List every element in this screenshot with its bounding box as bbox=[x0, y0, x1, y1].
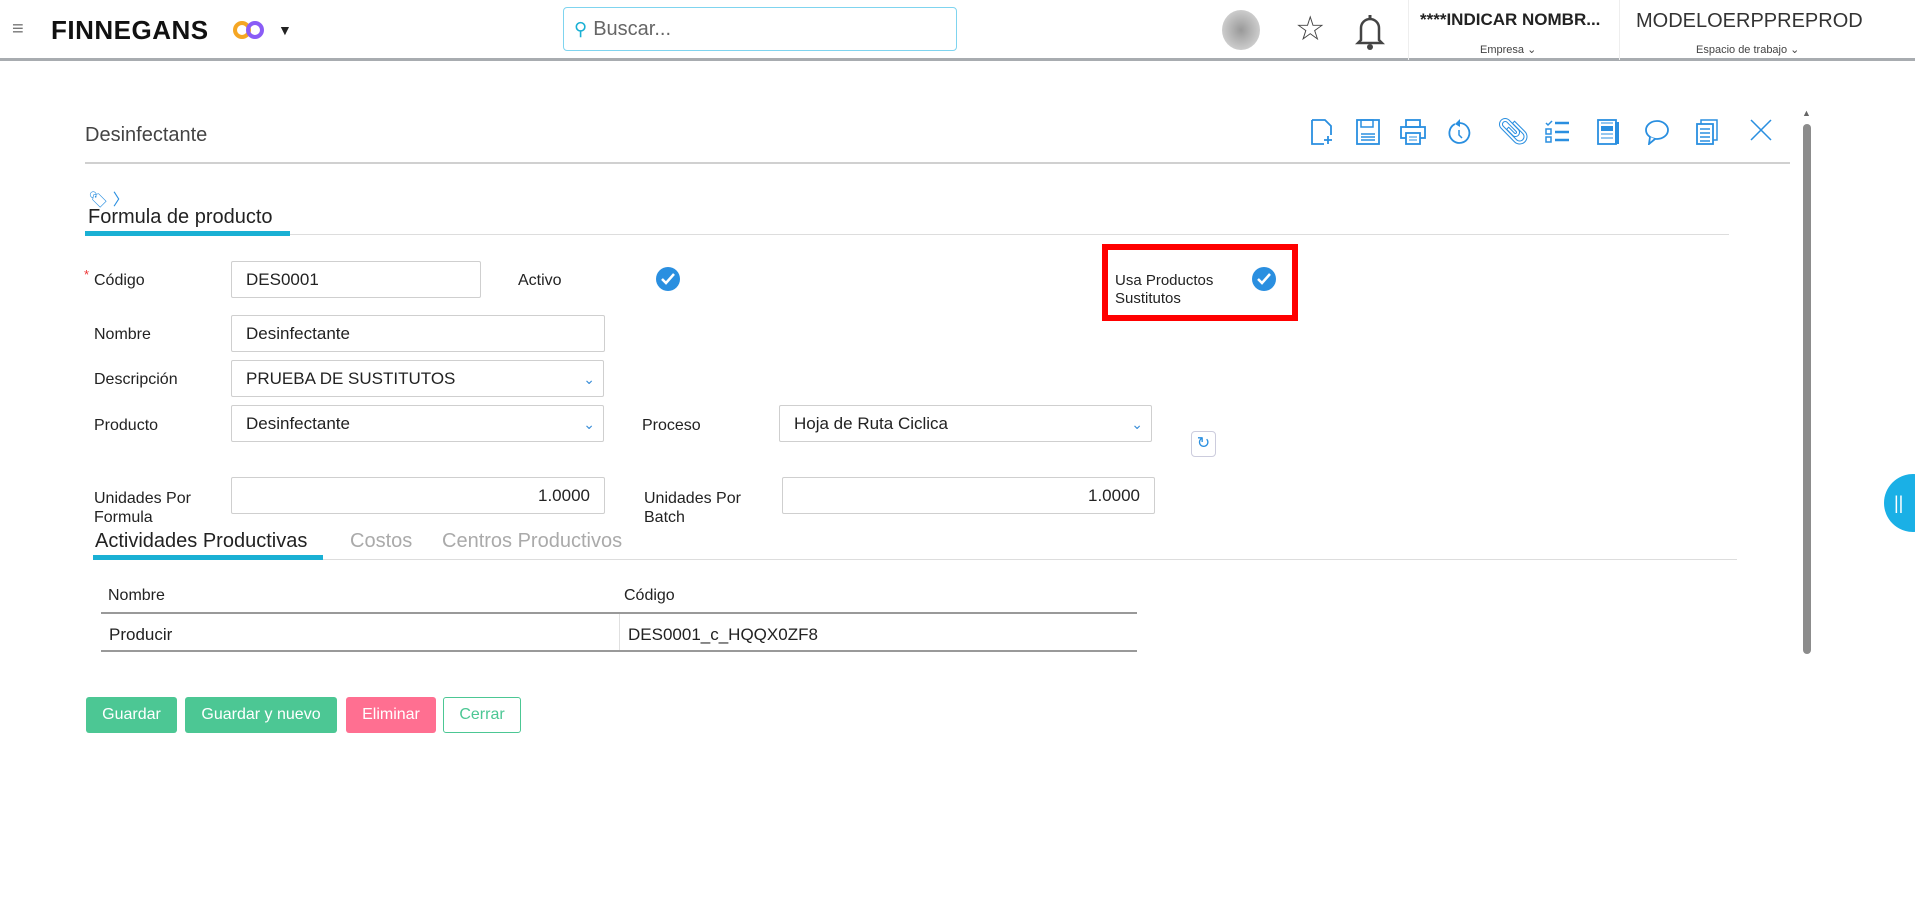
logo-co-icon bbox=[233, 19, 264, 39]
brand-logo[interactable]: FINNEGANS bbox=[51, 15, 209, 46]
codigo-input[interactable]: DES0001 bbox=[231, 261, 481, 298]
tab-actividades-productivas[interactable]: Actividades Productivas bbox=[95, 530, 307, 553]
cerrar-button[interactable]: Cerrar bbox=[443, 697, 521, 733]
workspace-name[interactable]: MODELOERPPREPROD bbox=[1636, 10, 1863, 33]
descripcion-label: Descripción bbox=[94, 371, 178, 388]
history-icon[interactable] bbox=[1447, 118, 1471, 146]
guardar-y-nuevo-button[interactable]: Guardar y nuevo bbox=[185, 697, 337, 733]
scrollbar-thumb[interactable] bbox=[1803, 124, 1811, 654]
proceso-select[interactable]: Hoja de Ruta Ciclica ⌄ bbox=[779, 405, 1152, 442]
workspace-selector[interactable]: Espacio de trabajo ⌄ bbox=[1696, 43, 1799, 56]
eliminar-button[interactable]: Eliminar bbox=[346, 697, 436, 733]
tab-costos[interactable]: Costos bbox=[350, 530, 412, 553]
attachment-icon[interactable]: 📎︎ bbox=[1497, 116, 1530, 147]
save-icon[interactable] bbox=[1356, 119, 1380, 145]
table-row[interactable]: Producir DES0001_c_HQQX0ZF8 bbox=[101, 614, 1137, 651]
search-icon: ⚲ bbox=[574, 18, 588, 39]
nombre-input[interactable]: Desinfectante bbox=[231, 315, 605, 352]
nombre-label: Nombre bbox=[94, 326, 151, 343]
column-header-codigo: Código bbox=[624, 587, 675, 604]
guardar-button[interactable]: Guardar bbox=[86, 697, 177, 733]
codigo-label: Código bbox=[94, 272, 145, 289]
search-box[interactable]: ⚲ Buscar... bbox=[563, 7, 957, 51]
usa-productos-sustitutos-label: Usa Productos Sustitutos bbox=[1115, 272, 1214, 307]
unidades-formula-label: Unidades Por Formula bbox=[94, 490, 191, 526]
scroll-up-arrow[interactable]: ▲ bbox=[1802, 108, 1812, 118]
close-icon[interactable] bbox=[1750, 119, 1772, 141]
unidades-batch-label: Unidades Por Batch bbox=[644, 490, 741, 526]
search-input[interactable]: Buscar... bbox=[593, 18, 671, 41]
print-icon[interactable] bbox=[1400, 119, 1426, 145]
cell-nombre: Producir bbox=[109, 625, 173, 644]
tab-centros-productivos[interactable]: Centros Productivos bbox=[442, 530, 622, 553]
hamburger-menu-icon[interactable]: ≡ bbox=[12, 18, 24, 41]
producto-label: Producto bbox=[94, 417, 159, 434]
comment-icon[interactable] bbox=[1644, 119, 1670, 145]
cell-codigo: DES0001_c_HQQX0ZF8 bbox=[628, 625, 818, 644]
column-header-nombre: Nombre bbox=[108, 587, 165, 604]
company-name[interactable]: ****INDICAR NOMBR... bbox=[1420, 10, 1600, 30]
chevron-down-icon: ⌄ bbox=[583, 416, 595, 432]
side-panel-toggle[interactable]: || bbox=[1884, 474, 1915, 532]
chevron-down-icon: ⌄ bbox=[1131, 416, 1143, 432]
page-title: Desinfectante bbox=[85, 124, 208, 146]
proceso-label: Proceso bbox=[642, 417, 701, 434]
bell-icon[interactable] bbox=[1354, 12, 1386, 55]
user-avatar[interactable] bbox=[1222, 10, 1260, 50]
producto-select[interactable]: Desinfectante ⌄ bbox=[231, 405, 604, 442]
activo-checkbox[interactable] bbox=[656, 267, 680, 291]
unidades-formula-input[interactable]: 1.0000 bbox=[231, 477, 605, 514]
copy-icon[interactable] bbox=[1696, 119, 1718, 145]
unidades-batch-input[interactable]: 1.0000 bbox=[782, 477, 1155, 514]
star-icon[interactable]: ☆ bbox=[1295, 9, 1325, 49]
new-document-icon[interactable] bbox=[1310, 119, 1334, 145]
descripcion-select[interactable]: PRUEBA DE SUSTITUTOS ⌄ bbox=[231, 360, 604, 397]
refresh-icon[interactable]: ↻ bbox=[1191, 431, 1216, 457]
chevron-down-icon: ⌄ bbox=[583, 371, 595, 387]
activo-label: Activo bbox=[518, 272, 562, 289]
usa-productos-sustitutos-checkbox[interactable] bbox=[1252, 267, 1276, 291]
section-title: Formula de producto bbox=[88, 206, 273, 228]
report-icon[interactable] bbox=[1597, 119, 1619, 145]
checklist-icon[interactable] bbox=[1545, 120, 1569, 144]
company-selector[interactable]: Empresa ⌄ bbox=[1480, 43, 1536, 56]
brand-dropdown-icon[interactable]: ▼ bbox=[278, 22, 292, 38]
